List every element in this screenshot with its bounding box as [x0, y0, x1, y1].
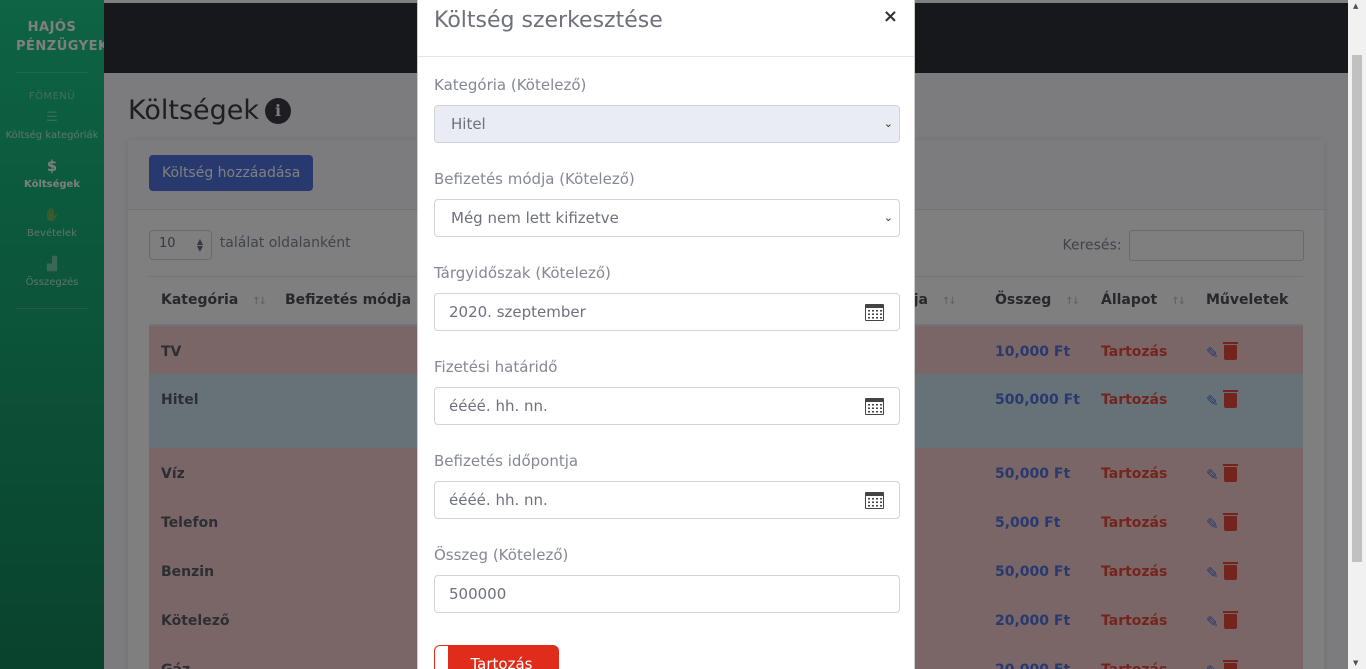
payment-date-input[interactable]: éééé. hh. nn. [434, 481, 900, 519]
chevron-down-icon: ⌄ [883, 117, 893, 130]
close-icon[interactable]: × [883, 6, 898, 27]
amount-input[interactable]: 500000 [434, 575, 900, 613]
payment-method-group: Befizetés módja (Kötelező) Még nem lett … [434, 170, 900, 264]
modal-header: Költség szerkesztése × [418, 0, 914, 57]
payment-date-placeholder: éééé. hh. nn. [449, 491, 548, 509]
period-input[interactable]: 2020. szeptember [434, 293, 900, 331]
amount-value: 500000 [449, 585, 507, 603]
deadline-input[interactable]: éééé. hh. nn. [434, 387, 900, 425]
payment-method-label: Befizetés módja (Kötelező) [434, 170, 635, 188]
toggle-knob[interactable] [435, 646, 448, 669]
scroll-down-arrow-icon[interactable]: ▼ [1353, 659, 1358, 667]
status-toggle-label: Tartozás [470, 655, 533, 669]
amount-label: Összeg (Kötelező) [434, 546, 569, 564]
deadline-group: Fizetési határidő éééé. hh. nn. [434, 358, 900, 452]
calendar-icon[interactable] [865, 492, 884, 509]
edit-expense-modal: Költség szerkesztése × Kategória (Kötele… [417, 0, 915, 669]
calendar-icon[interactable] [865, 304, 884, 321]
category-select[interactable]: Hitel ⌄ [434, 105, 900, 143]
category-label: Kategória (Kötelező) [434, 76, 587, 94]
payment-method-value: Még nem lett kifizetve [451, 209, 619, 227]
period-group: Tárgyidőszak (Kötelező) 2020. szeptember [434, 264, 900, 358]
payment-method-select[interactable]: Még nem lett kifizetve ⌄ [434, 199, 900, 237]
page-scrollbar[interactable]: ▲ ▼ [1348, 0, 1366, 669]
modal-body: Kategória (Kötelező) Hitel ⌄ Befizetés m… [418, 57, 914, 669]
chevron-down-icon: ⌄ [883, 211, 893, 224]
category-value: Hitel [451, 115, 486, 133]
status-toggle[interactable]: Tartozás [434, 645, 559, 669]
period-label: Tárgyidőszak (Kötelező) [434, 264, 611, 282]
category-group: Kategória (Kötelező) Hitel ⌄ [434, 76, 900, 170]
deadline-placeholder: éééé. hh. nn. [449, 397, 548, 415]
scrollbar-thumb[interactable] [1352, 55, 1362, 562]
amount-group: Összeg (Kötelező) 500000 [434, 546, 900, 640]
payment-date-group: Befizetés időpontja éééé. hh. nn. [434, 452, 900, 546]
calendar-icon[interactable] [865, 398, 884, 415]
modal-title: Költség szerkesztése [434, 8, 663, 33]
period-value: 2020. szeptember [449, 303, 586, 321]
payment-date-label: Befizetés időpontja [434, 452, 579, 470]
scroll-up-arrow-icon[interactable]: ▲ [1353, 2, 1358, 10]
deadline-label: Fizetési határidő [434, 358, 558, 376]
